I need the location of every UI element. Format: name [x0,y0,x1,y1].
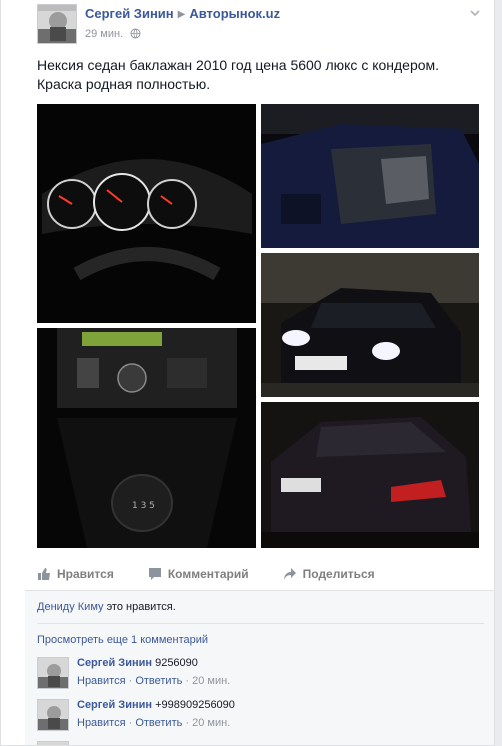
post-card: Сергей Зинин ▶ Авторынок.uz 29 мин. Нексия… [0,0,495,746]
chevron-down-icon[interactable] [468,6,482,20]
comment-avatar[interactable] [37,657,69,689]
photo-grid: 1 3 5 [37,104,479,548]
photo-console[interactable]: 1 3 5 [37,328,256,548]
photo-dashboard[interactable] [37,104,256,323]
share-label: Поделиться [302,567,375,581]
comment-icon [148,568,161,580]
like-icon [38,568,50,580]
comment-label: Комментарий [167,567,249,581]
post-meta: 29 мин. [85,26,141,40]
comment-like-link[interactable]: Нравится [77,675,126,687]
feedback-section: Дениду Киму это нравится. Просмотреть ещ… [25,590,494,745]
comment-item: Сергей Зинин +998909256090 Нравится · От… [37,699,477,735]
likes-suffix: это нравится. [106,601,176,613]
photo-rear[interactable] [261,402,479,548]
post-header-names: Сергей Зинин ▶ Авторынок.uz [85,6,280,21]
comment-author[interactable]: Сергей Зинин [77,657,152,669]
comment-button[interactable]: Комментарий [148,567,249,581]
photo-front[interactable] [261,253,479,397]
group-name[interactable]: Авторынок.uz [189,6,280,21]
likes-summary: Дениду Киму это нравится. [37,601,176,613]
comment-avatar[interactable] [37,741,69,745]
post-text: Нексия седан баклажан 2010 год цена 5600… [37,57,440,92]
svg-text:1 3 5: 1 3 5 [132,501,155,511]
like-label: Нравится [57,567,114,581]
globe-icon [130,28,141,42]
comment-text: +998909256090 [155,699,235,711]
post-actions: Нравится Комментарий Поделиться [37,562,479,586]
view-more-comments[interactable]: Просмотреть еще 1 комментарий [37,634,208,646]
comment-item-partial [37,741,477,745]
comment-item: Сергей Зинин 9256090 Нравится · Ответить… [37,657,477,693]
like-button[interactable]: Нравится [37,567,114,581]
comment-time[interactable]: 20 мин. [192,717,230,729]
photo-interior[interactable] [261,104,479,248]
comment-like-link[interactable]: Нравится [77,717,126,729]
divider [37,623,484,624]
comment-reply-link[interactable]: Ответить [135,717,182,729]
comment-text: 9256090 [155,657,198,669]
comment-time[interactable]: 20 мин. [192,675,230,687]
share-icon [283,568,296,580]
comment-author[interactable]: Сергей Зинин [77,699,152,711]
author-avatar[interactable] [37,4,77,44]
liker-name[interactable]: Дениду Киму [37,601,104,613]
share-button[interactable]: Поделиться [283,567,375,581]
comment-avatar[interactable] [37,699,69,731]
comment-reply-link[interactable]: Ответить [135,675,182,687]
arrow-icon: ▶ [177,9,186,20]
author-name[interactable]: Сергей Зинин [85,6,174,21]
post-time[interactable]: 29 мин. [85,28,123,40]
